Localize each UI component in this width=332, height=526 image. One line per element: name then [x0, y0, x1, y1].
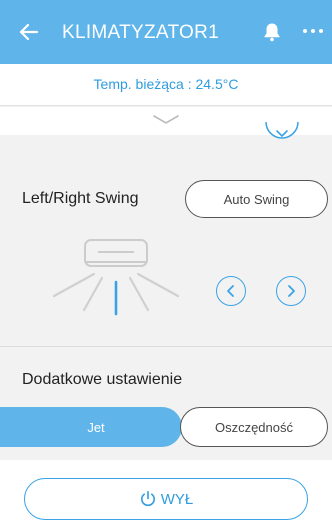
power-label: WYŁ [160, 490, 194, 508]
auto-swing-button[interactable]: Auto Swing [185, 180, 328, 218]
more-horizontal-icon[interactable] [302, 24, 324, 38]
arrow-left-icon[interactable] [17, 20, 41, 44]
power-button[interactable]: WYŁ [24, 478, 308, 520]
chevron-up-icon[interactable] [262, 122, 302, 150]
jet-label: Jet [87, 419, 105, 435]
page-title: KLIMATYZATOR1 [62, 22, 219, 43]
eco-button[interactable]: Oszczędność [180, 407, 328, 447]
jet-button[interactable]: Jet [0, 407, 182, 447]
swing-prev-button[interactable] [216, 276, 246, 306]
swing-direction-icon [52, 239, 180, 316]
app-header: KLIMATYZATOR1 [0, 0, 332, 64]
bell-icon[interactable] [263, 22, 281, 42]
chevron-right-icon [288, 285, 295, 297]
current-temperature: Temp. bieżąca : 24.5°C [93, 76, 239, 92]
swing-next-button[interactable] [276, 276, 306, 306]
swing-label: Left/Right Swing [22, 190, 139, 207]
chevron-left-icon [227, 285, 234, 297]
power-icon [140, 490, 155, 507]
section-divider [0, 346, 332, 347]
temperature-bar: Temp. bieżąca : 24.5°C [0, 64, 332, 106]
extra-settings-label: Dodatkowe ustawienie [22, 371, 183, 388]
chevron-down-icon[interactable] [151, 113, 181, 127]
